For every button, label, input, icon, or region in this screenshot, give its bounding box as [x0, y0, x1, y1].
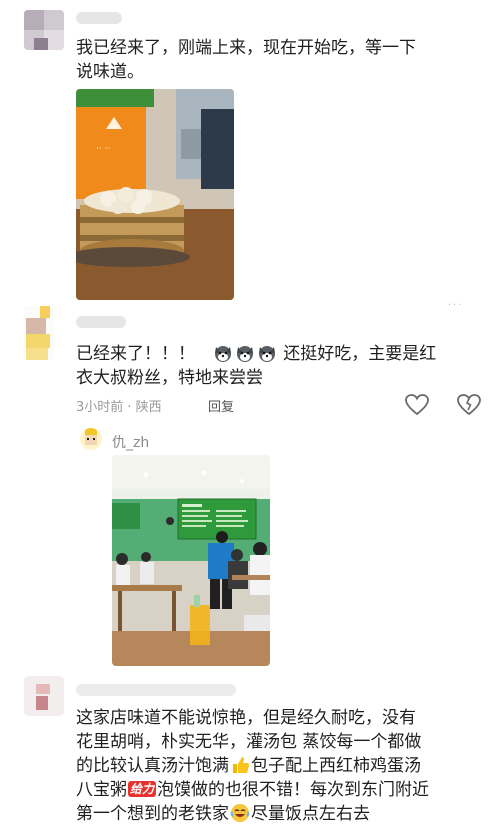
- reply-button[interactable]: 回复: [208, 396, 234, 415]
- comment-text-line: 八宝粥 给力 泡馍做的也很不错！每次到东门附近: [76, 778, 429, 802]
- comment-text-segment: 的比较认真汤汁饱满: [76, 756, 229, 776]
- avatar[interactable]: [24, 306, 54, 360]
- comment-text-segment: 已经来了！！！: [76, 344, 195, 364]
- username[interactable]: 仇_zh: [112, 432, 149, 452]
- username-blurred: [76, 12, 122, 24]
- dog-face-icon: [236, 346, 253, 362]
- comment-text-segment: 第一个想到的老铁家: [76, 804, 229, 824]
- comment-photo-dumplings[interactable]: ·· ··: [76, 89, 234, 300]
- comment-text-segment: 还挺好吃，主要是红: [283, 344, 437, 364]
- like-heart-icon[interactable]: [404, 392, 430, 418]
- comment-text-line: 说味道。: [76, 62, 144, 82]
- restaurant-photo-illustration: [112, 455, 270, 666]
- comment-time-location: 3小时前 · 陕西: [76, 400, 162, 415]
- svg-text:·· ··: ·· ··: [96, 144, 110, 154]
- dislike-broken-heart-icon[interactable]: [456, 392, 482, 418]
- comment-text-segment: 八宝粥: [76, 780, 127, 800]
- comment-text-line: 这家店味道不能说惊艳，但是经久耐吃，没有: [76, 708, 416, 728]
- dog-face-icon: [258, 346, 275, 362]
- comment-text-line: 我已经来了，刚端上来，现在开始吃，等一下: [76, 38, 416, 58]
- username-blurred: [76, 316, 126, 328]
- thumbs-up-icon: [233, 757, 250, 773]
- avatar[interactable]: [24, 10, 64, 50]
- more-icon[interactable]: ···: [448, 300, 468, 311]
- comment-text-segment: 尽量饭点左右去: [251, 804, 370, 824]
- geili-badge-icon: 给力: [128, 781, 157, 797]
- dog-face-icon: [214, 346, 231, 362]
- comment-text-line: 衣大叔粉丝，特地来尝尝: [76, 368, 263, 388]
- dumpling-photo-illustration: ·· ··: [76, 89, 234, 300]
- comment-text-segment: 泡馍做的也很不错！每次到东门附近: [157, 780, 430, 800]
- comment-text-segment: 包子配上西红柿鸡蛋汤: [251, 756, 421, 776]
- comment-text-line: 的比较认真汤汁饱满 包子配上西红柿鸡蛋汤: [76, 754, 421, 778]
- comment-text-line: 第一个想到的老铁家 尽量饭点左右去: [76, 802, 370, 826]
- comment-text-line: 已经来了！！！ 还挺好吃，主要是红: [76, 342, 436, 366]
- username-blurred: [76, 684, 236, 696]
- comment-text-line: 花里胡哨，朴实无华，灌汤包 蒸饺每一个都做: [76, 732, 422, 752]
- comment-photo-restaurant[interactable]: [112, 455, 270, 666]
- laughing-tears-face-icon: [230, 804, 250, 822]
- avatar[interactable]: [24, 676, 64, 716]
- avatar[interactable]: [80, 428, 102, 450]
